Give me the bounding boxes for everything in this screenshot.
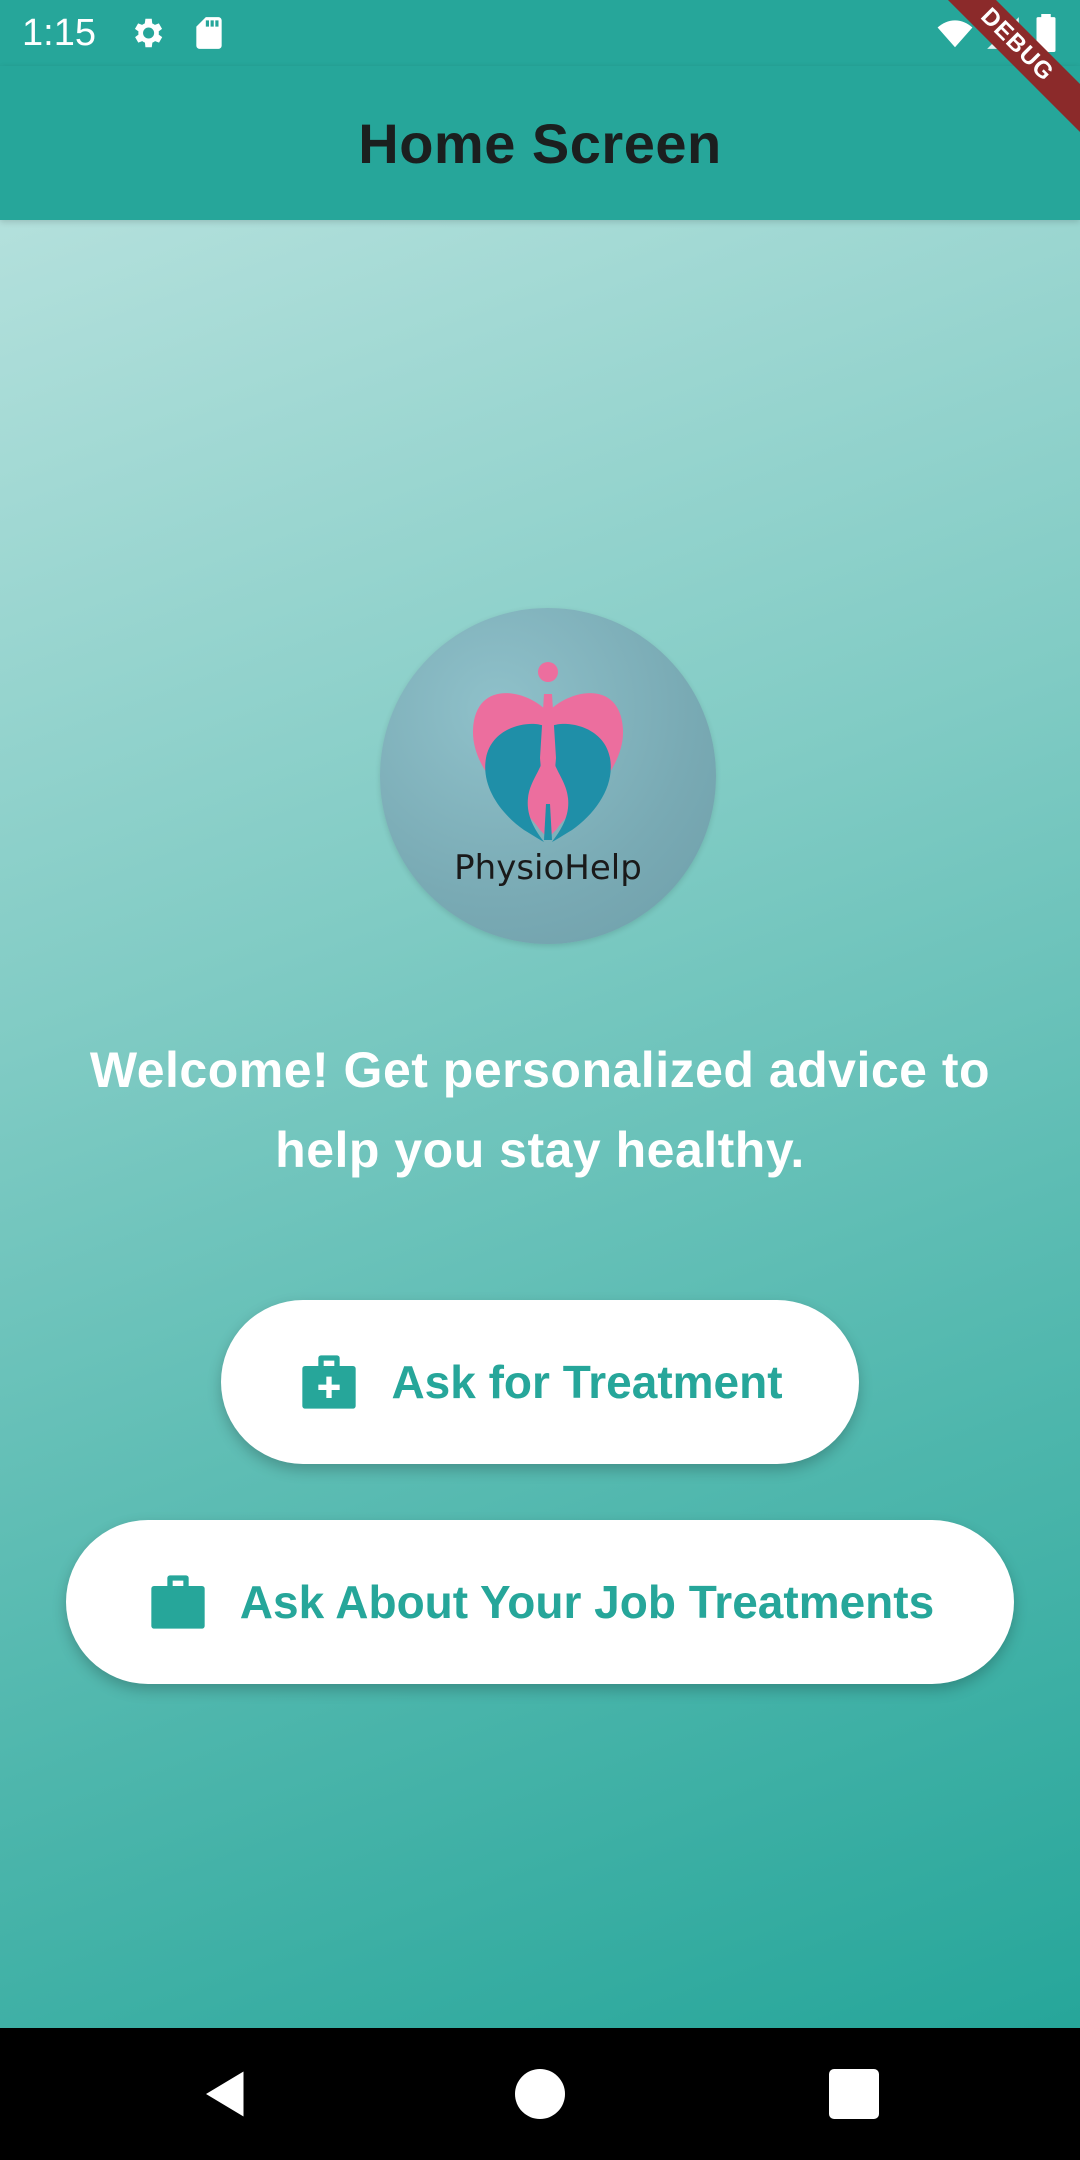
main-content: PhysioHelp Welcome! Get personalized adv… [0,220,1080,2028]
screen: 1:15 DEBUG Home Screen PhysioHelp Welcom… [0,0,1080,2160]
back-icon[interactable] [196,2064,256,2124]
ask-about-job-treatments-label: Ask About Your Job Treatments [239,1576,935,1628]
app-bar: Home Screen [0,66,1080,220]
status-time: 1:15 [22,12,96,54]
briefcase-icon [151,1575,205,1629]
gear-icon [134,18,163,48]
ask-for-treatment-button[interactable]: Ask for Treatment [221,1300,859,1464]
page-title: Home Screen [358,111,722,175]
app-logo: PhysioHelp [380,608,716,944]
status-bar: 1:15 [0,0,1080,66]
logo-text: PhysioHelp [454,848,642,888]
ask-for-treatment-label: Ask for Treatment [391,1356,783,1408]
recents-icon[interactable] [824,2064,884,2124]
welcome-message: Welcome! Get personalized advice to help… [89,1042,991,1178]
physio-heart-icon [472,662,624,842]
ask-about-job-treatments-button[interactable]: Ask About Your Job Treatments [66,1520,1014,1684]
sd-card-icon [196,17,222,49]
medical-bag-icon [302,1355,357,1409]
home-icon[interactable] [510,2064,570,2124]
navigation-bar [0,2028,1080,2160]
